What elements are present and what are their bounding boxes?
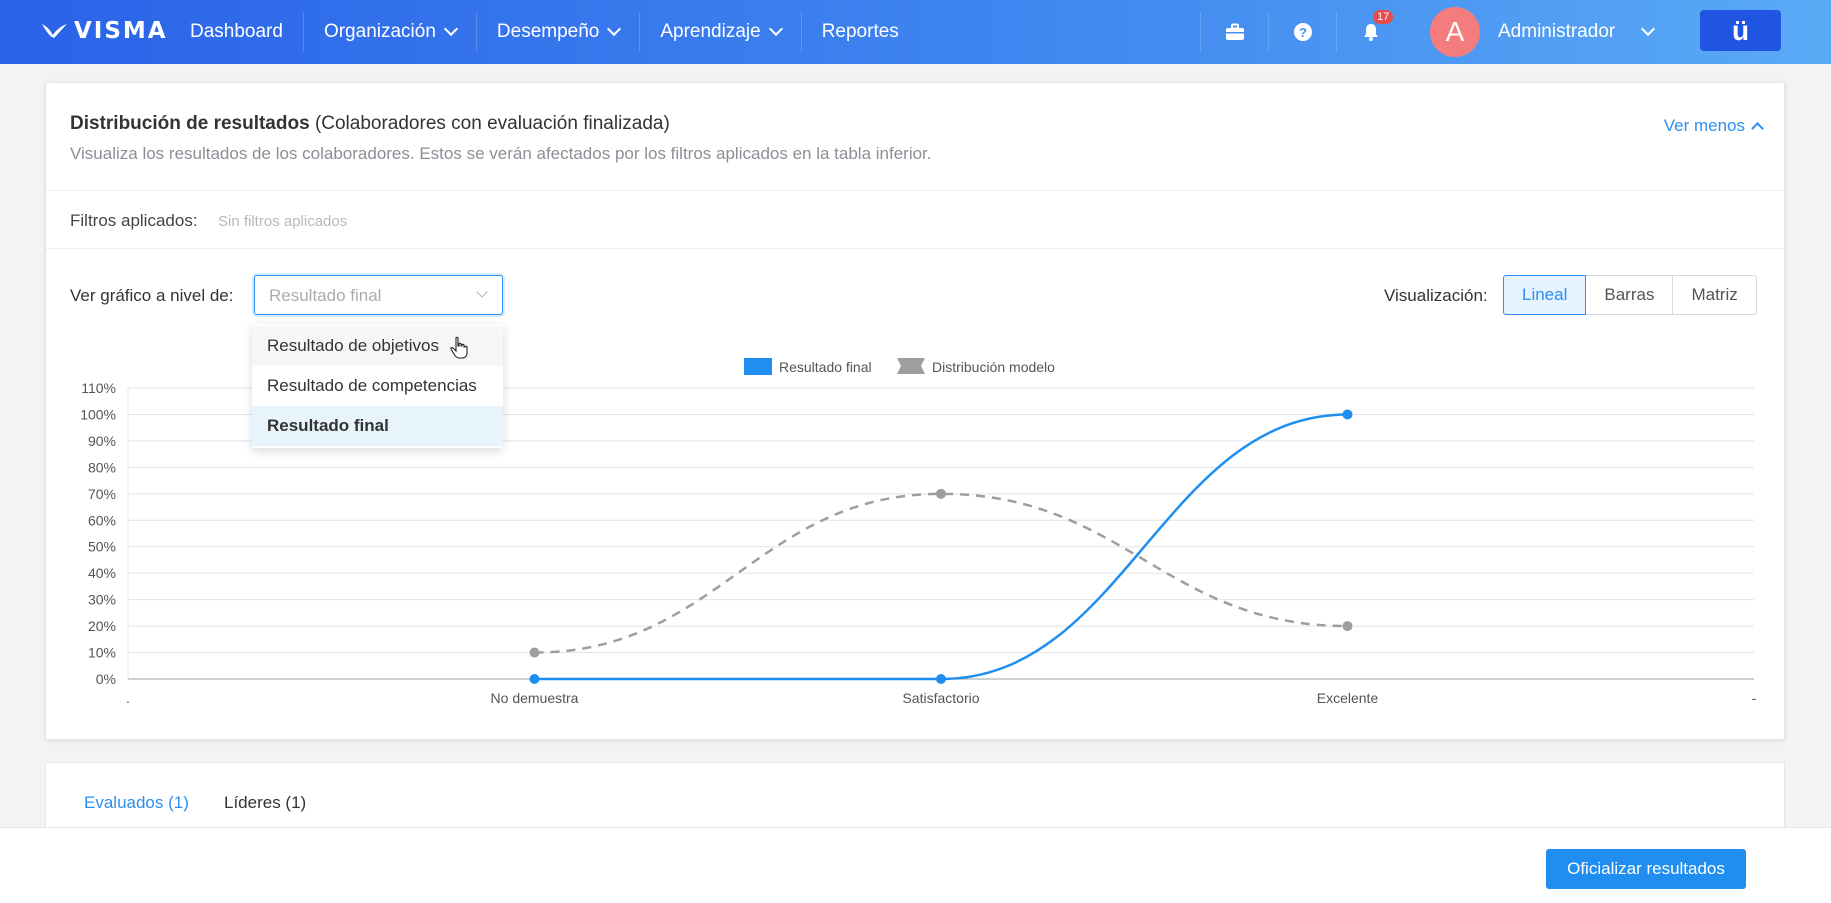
chevron-up-icon [1751, 121, 1764, 135]
card-subtitle: Visualiza los resultados de los colabora… [70, 144, 932, 163]
officialize-results-button[interactable]: Oficializar resultados [1546, 849, 1746, 889]
nav-desempeno[interactable]: Desempeño [477, 12, 641, 52]
user-name: Administrador [1498, 21, 1616, 42]
header-icons: ? 17 [1200, 0, 1404, 64]
lineal-button[interactable]: Lineal [1503, 275, 1587, 315]
top-navigation-bar: VISMA Dashboard Organización Desempeño A… [0, 0, 1831, 64]
title-bold: Distribución de resultados [70, 113, 310, 134]
chevron-down-icon [607, 21, 622, 37]
ver-menos-link[interactable]: Ver menos [1663, 116, 1764, 136]
help-button[interactable]: ? [1268, 12, 1336, 52]
user-menu[interactable]: A Administrador [1430, 6, 1656, 58]
chevron-down-icon [476, 286, 488, 298]
nav-organizacion-label: Organización [323, 21, 436, 42]
hand-pointer-icon [450, 336, 468, 359]
tab-evaluados[interactable]: Evaluados (1) [84, 793, 189, 813]
footer-bar: Oficializar resultados [0, 827, 1831, 903]
nav-aprendizaje[interactable]: Aprendizaje [640, 12, 802, 52]
svg-text:?: ? [1299, 25, 1307, 40]
visma-logo[interactable]: VISMA [40, 18, 168, 44]
chevron-down-icon [443, 21, 458, 37]
nav-organizacion[interactable]: Organización [304, 12, 477, 52]
level-select-placeholder: Resultado final [269, 286, 382, 305]
ver-menos-label: Ver menos [1663, 116, 1745, 135]
nav-dashboard[interactable]: Dashboard [170, 12, 304, 52]
applied-filters-row: Filtros aplicados: Sin filtros aplicados [46, 191, 1784, 249]
title-rest: (Colaboradores con evaluación finalizada… [314, 113, 670, 134]
notifications-badge: 17 [1373, 10, 1394, 24]
filters-label: Filtros aplicados: [70, 211, 198, 230]
avatar: A [1430, 7, 1480, 57]
option-resultado-competencias[interactable]: Resultado de competencias [252, 366, 503, 406]
main-menu: Dashboard Organización Desempeño Aprendi… [170, 0, 919, 64]
notifications-button[interactable]: 17 [1336, 10, 1404, 52]
filters-value: Sin filtros aplicados [218, 213, 348, 230]
app-switcher-button[interactable]: ü [1700, 10, 1781, 51]
tab-lideres[interactable]: Líderes (1) [224, 793, 306, 813]
option-resultado-final[interactable]: Resultado final [252, 406, 503, 446]
nav-reportes-label: Reportes [821, 21, 899, 42]
briefcase-button[interactable] [1200, 12, 1268, 52]
barras-button[interactable]: Barras [1585, 275, 1674, 315]
visualization-label: Visualización: [1384, 286, 1488, 305]
bell-icon [1363, 24, 1378, 41]
briefcase-icon [1225, 23, 1244, 40]
logo-text: VISMA [74, 18, 168, 44]
visualization-toggle: Lineal Barras Matriz [1503, 275, 1757, 315]
nav-reportes[interactable]: Reportes [802, 12, 919, 52]
page-title: Distribución de resultados (Colaboradore… [70, 113, 670, 135]
chevron-down-icon [1641, 21, 1656, 37]
nav-dashboard-label: Dashboard [190, 21, 283, 42]
nav-aprendizaje-label: Aprendizaje [660, 21, 761, 42]
matriz-button[interactable]: Matriz [1672, 275, 1757, 315]
chevron-down-icon [768, 21, 783, 37]
card-header: Distribución de resultados (Colaboradore… [46, 83, 1784, 191]
visma-logo-icon [42, 24, 67, 38]
level-select[interactable]: Resultado final [254, 275, 503, 315]
help-icon: ? [1293, 23, 1312, 41]
nav-desempeno-label: Desempeño [496, 21, 600, 42]
level-label: Ver gráfico a nivel de: [70, 286, 234, 305]
